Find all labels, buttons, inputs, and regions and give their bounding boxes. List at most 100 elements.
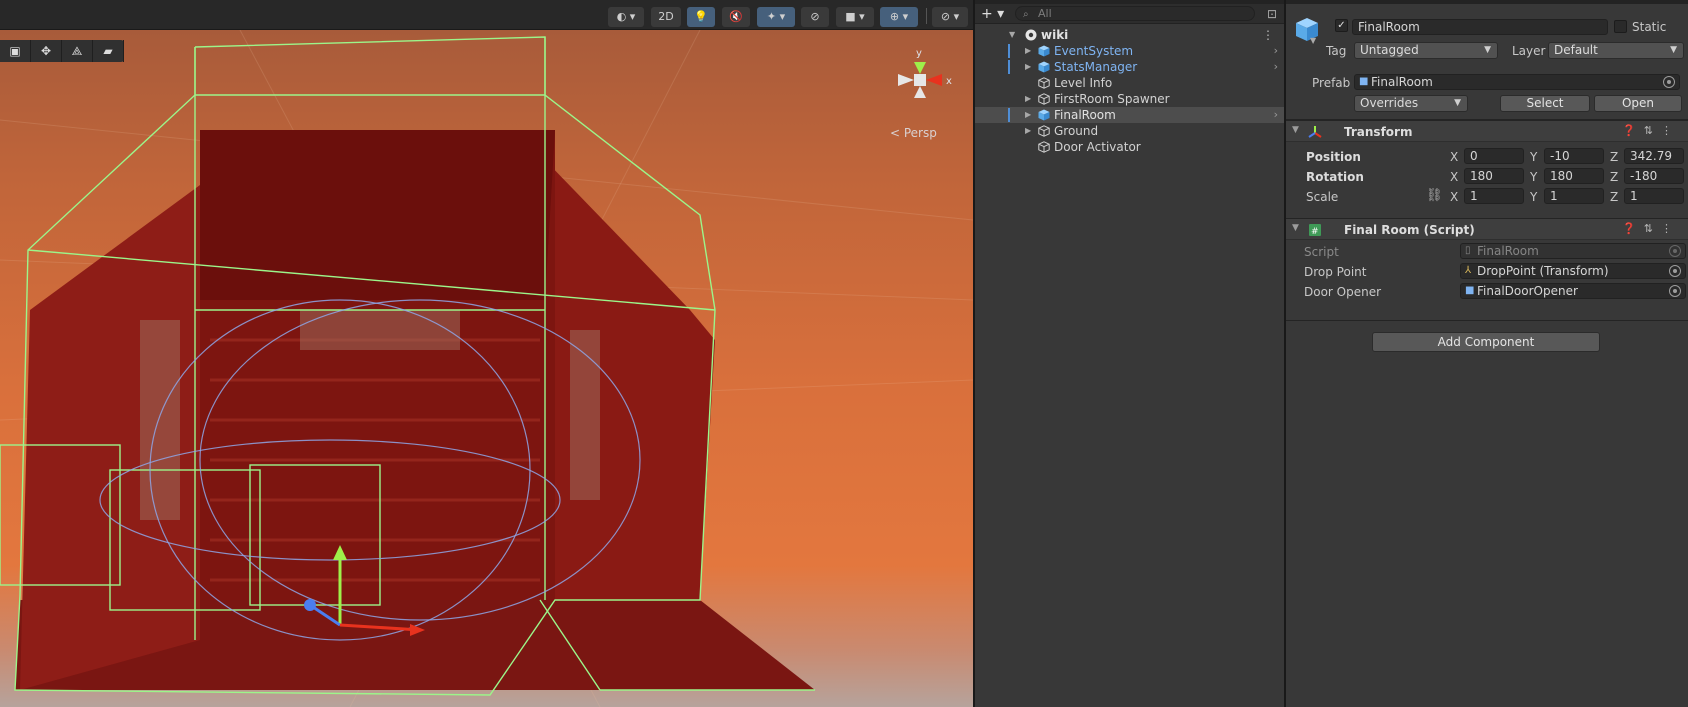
drop-point-label: Drop Point — [1304, 265, 1367, 279]
component-header-icons[interactable]: ❓⇅⋮ — [1622, 222, 1680, 235]
open-prefab-chevron-icon[interactable]: › — [1274, 59, 1278, 75]
add-component-button[interactable]: Add Component — [1372, 332, 1600, 352]
chevron-right-icon[interactable]: ▶ — [1025, 59, 1035, 75]
axis-y-label[interactable]: Y — [1530, 150, 1537, 164]
scale-label: Scale — [1306, 190, 1339, 204]
hidden-objects-icon[interactable]: ⊘ — [801, 7, 829, 27]
search-placeholder: All — [1038, 7, 1052, 20]
audio-toggle-icon[interactable]: 🔇 — [722, 7, 750, 27]
transform-header[interactable]: ▼ Transform ❓⇅⋮ — [1286, 120, 1688, 142]
gizmos-toggle-icon[interactable]: ⊕ ▾ — [880, 7, 918, 27]
overrides-label: Overrides — [1360, 96, 1419, 110]
rotation-z-field[interactable]: -180 — [1624, 168, 1684, 184]
constrain-proportions-icon[interactable]: ⛓ — [1426, 188, 1443, 203]
hierarchy-item[interactable]: ▶ Ground — [975, 123, 1284, 139]
static-checkbox[interactable] — [1614, 20, 1627, 33]
axis-x-label[interactable]: X — [1450, 190, 1458, 204]
transform-icon: ⅄ — [1465, 265, 1472, 276]
hierarchy-item-label: Ground — [1054, 124, 1099, 138]
hierarchy-item[interactable]: Level Info — [975, 75, 1284, 91]
overlay-menu-icon[interactable]: ⊘ ▾ — [932, 7, 968, 27]
hierarchy-toolbar: + ▾ ⌕ All ⊡ — [975, 4, 1284, 24]
axis-z-label[interactable]: Z — [1610, 170, 1618, 184]
scene-foldout-icon[interactable]: ▼ — [1009, 27, 1019, 43]
axis-z-label[interactable]: Z — [1610, 150, 1618, 164]
prefab-asset-value: FinalRoom — [1371, 75, 1433, 89]
scene-menu-icon[interactable]: ⋮ — [1262, 27, 1274, 43]
door-opener-field[interactable]: ■ FinalDoorOpener — [1460, 283, 1686, 299]
scene-root-row[interactable]: ▼ wiki ⋮ — [975, 27, 1284, 43]
toggle-2d-button[interactable]: 2D — [651, 7, 681, 27]
hierarchy-item[interactable]: ▶ FinalRoom › — [975, 107, 1284, 123]
scene-viewport[interactable] — [0, 30, 973, 707]
hierarchy-item[interactable]: ▶ EventSystem › — [975, 43, 1284, 59]
rotation-y-field[interactable]: 180 — [1544, 168, 1604, 184]
position-y-field[interactable]: -10 — [1544, 148, 1604, 164]
axis-y-label[interactable]: Y — [1530, 190, 1537, 204]
object-picker-icon[interactable] — [1663, 76, 1675, 88]
object-picker-icon[interactable] — [1669, 265, 1681, 277]
search-icon: ⌕ — [1023, 9, 1029, 20]
object-picker-icon[interactable] — [1669, 285, 1681, 297]
scene-view[interactable]: ◐ ▾ 2D 💡 🔇 ✦ ▾ ⊘ ■ ▾ ⊕ ▾ ⊘ ▾ ▣ ✥ ⟁ ▰ y x… — [0, 0, 973, 707]
rotation-x-field[interactable]: 180 — [1464, 168, 1524, 184]
effects-toggle-icon[interactable]: ✦ ▾ — [757, 7, 795, 27]
icon-dropdown-caret-icon[interactable]: ▼ — [1310, 36, 1316, 45]
shading-mode-button[interactable]: ◐ ▾ — [608, 7, 644, 27]
orientation-gizmo[interactable]: y x — [880, 46, 960, 110]
final-room-script-header[interactable]: ▼ # Final Room (Script) ❓⇅⋮ — [1286, 218, 1688, 240]
select-prefab-button[interactable]: Select — [1500, 95, 1590, 112]
open-prefab-button[interactable]: Open — [1594, 95, 1682, 112]
hierarchy-search-input[interactable]: ⌕ All — [1015, 6, 1255, 21]
script-foldout-icon[interactable]: ▼ — [1292, 223, 1299, 233]
transform-foldout-icon[interactable]: ▼ — [1292, 125, 1299, 135]
chevron-right-icon[interactable]: ▶ — [1025, 91, 1035, 107]
scale-z-field[interactable]: 1 — [1624, 188, 1684, 204]
position-x-field[interactable]: 0 — [1464, 148, 1524, 164]
prefab-cube-icon: ■ — [1359, 76, 1369, 87]
tag-value: Untagged — [1360, 43, 1419, 57]
active-checkbox[interactable]: ✓ — [1335, 19, 1348, 32]
axis-x-label[interactable]: X — [1450, 150, 1458, 164]
hierarchy-item[interactable]: Door Activator — [975, 139, 1284, 155]
script-reference-value: FinalRoom — [1477, 244, 1539, 258]
prefab-label: Prefab — [1312, 76, 1351, 90]
create-plus-icon[interactable]: + ▾ — [981, 6, 1011, 22]
chevron-down-icon: ▼ — [1670, 45, 1677, 55]
axis-x-label[interactable]: X — [1450, 170, 1458, 184]
script-reference-field: ▯ FinalRoom — [1460, 243, 1686, 259]
position-z-field[interactable]: 342.79 — [1624, 148, 1684, 164]
scale-y-field[interactable]: 1 — [1544, 188, 1604, 204]
open-prefab-chevron-icon[interactable]: › — [1274, 107, 1278, 123]
chevron-down-icon: ▼ — [1454, 98, 1461, 108]
axis-z-label[interactable]: Z — [1610, 190, 1618, 204]
scene-name: wiki — [1041, 28, 1069, 42]
tag-dropdown[interactable]: Untagged ▼ — [1354, 42, 1498, 59]
inspector-panel: ▼ ✓ FinalRoom Static Tag Untagged ▼ Layer… — [1284, 0, 1688, 707]
chevron-right-icon[interactable]: ▶ — [1025, 107, 1035, 123]
object-name-field[interactable]: FinalRoom — [1352, 19, 1608, 35]
hierarchy-item-label: FinalRoom — [1054, 108, 1116, 122]
chevron-right-icon[interactable]: ▶ — [1025, 43, 1035, 59]
transform-icon — [1308, 126, 1322, 138]
door-opener-label: Door Opener — [1304, 285, 1382, 299]
axis-y-label[interactable]: Y — [1530, 170, 1537, 184]
prefab-cube-icon — [1038, 61, 1050, 73]
prefab-asset-field[interactable]: ■ FinalRoom — [1354, 74, 1680, 90]
scale-x-field[interactable]: 1 — [1464, 188, 1524, 204]
layer-dropdown[interactable]: Default ▼ — [1548, 42, 1684, 59]
lighting-toggle-icon[interactable]: 💡 — [687, 7, 715, 27]
component-header-icons[interactable]: ❓⇅⋮ — [1622, 124, 1680, 137]
camera-projection-label[interactable]: < Persp — [890, 126, 937, 140]
open-prefab-chevron-icon[interactable]: › — [1274, 43, 1278, 59]
scene-camera-icon[interactable]: ■ ▾ — [836, 7, 874, 27]
hierarchy-item[interactable]: ▶ StatsManager › — [975, 59, 1284, 75]
search-filter-icon[interactable]: ⊡ — [1267, 7, 1277, 21]
drop-point-field[interactable]: ⅄ DropPoint (Transform) — [1460, 263, 1686, 279]
chevron-right-icon[interactable]: ▶ — [1025, 123, 1035, 139]
transform-body: Position Rotation Scale ⛓ X 0 Y -10 Z 342.79 X… — [1286, 142, 1688, 218]
hierarchy-item[interactable]: ▶ FirstRoom Spawner — [975, 91, 1284, 107]
overrides-dropdown[interactable]: Overrides ▼ — [1354, 95, 1468, 112]
hierarchy-panel: + ▾ ⌕ All ⊡ ▼ wiki ⋮ ▶ EventSystem › ▶ Stats… — [973, 0, 1284, 707]
gameobject-cube-icon — [1038, 93, 1050, 105]
